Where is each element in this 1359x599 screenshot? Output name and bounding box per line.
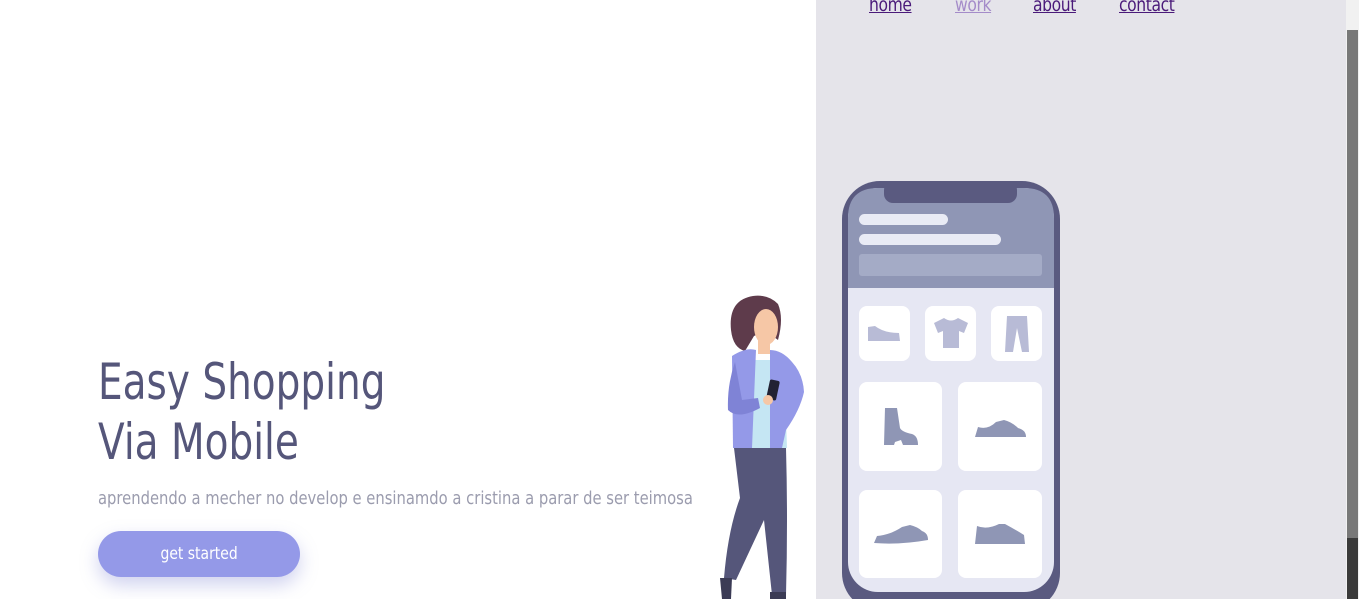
sneaker-icon xyxy=(958,382,1042,471)
shopping-illustration xyxy=(720,181,1060,599)
top-nav: home work about contact xyxy=(869,0,1187,16)
hero-title: Easy Shopping Via Mobile xyxy=(98,352,386,472)
nav-link-work[interactable]: work xyxy=(955,0,991,16)
get-started-button[interactable]: get started xyxy=(98,531,300,577)
tshirt-icon xyxy=(925,306,976,361)
hero-title-line2: Via Mobile xyxy=(98,413,299,471)
boot-icon xyxy=(859,382,942,471)
hero-title-line1: Easy Shopping xyxy=(98,353,386,411)
scrollbar-track-end xyxy=(1347,538,1358,599)
nav-link-about[interactable]: about xyxy=(1033,0,1076,16)
nav-link-home[interactable]: home xyxy=(869,0,912,16)
woman-figure-icon xyxy=(720,295,804,599)
sneaker-icon xyxy=(958,490,1042,578)
sneaker-icon xyxy=(859,490,942,578)
get-started-label: get started xyxy=(160,544,238,564)
nav-link-contact[interactable]: contact xyxy=(1119,0,1175,16)
shoe-icon xyxy=(859,306,910,361)
scrollbar-thumb[interactable] xyxy=(1347,30,1358,538)
hero-subtitle: aprendendo a mecher no develop e ensinam… xyxy=(98,488,693,509)
pants-icon xyxy=(991,306,1042,361)
